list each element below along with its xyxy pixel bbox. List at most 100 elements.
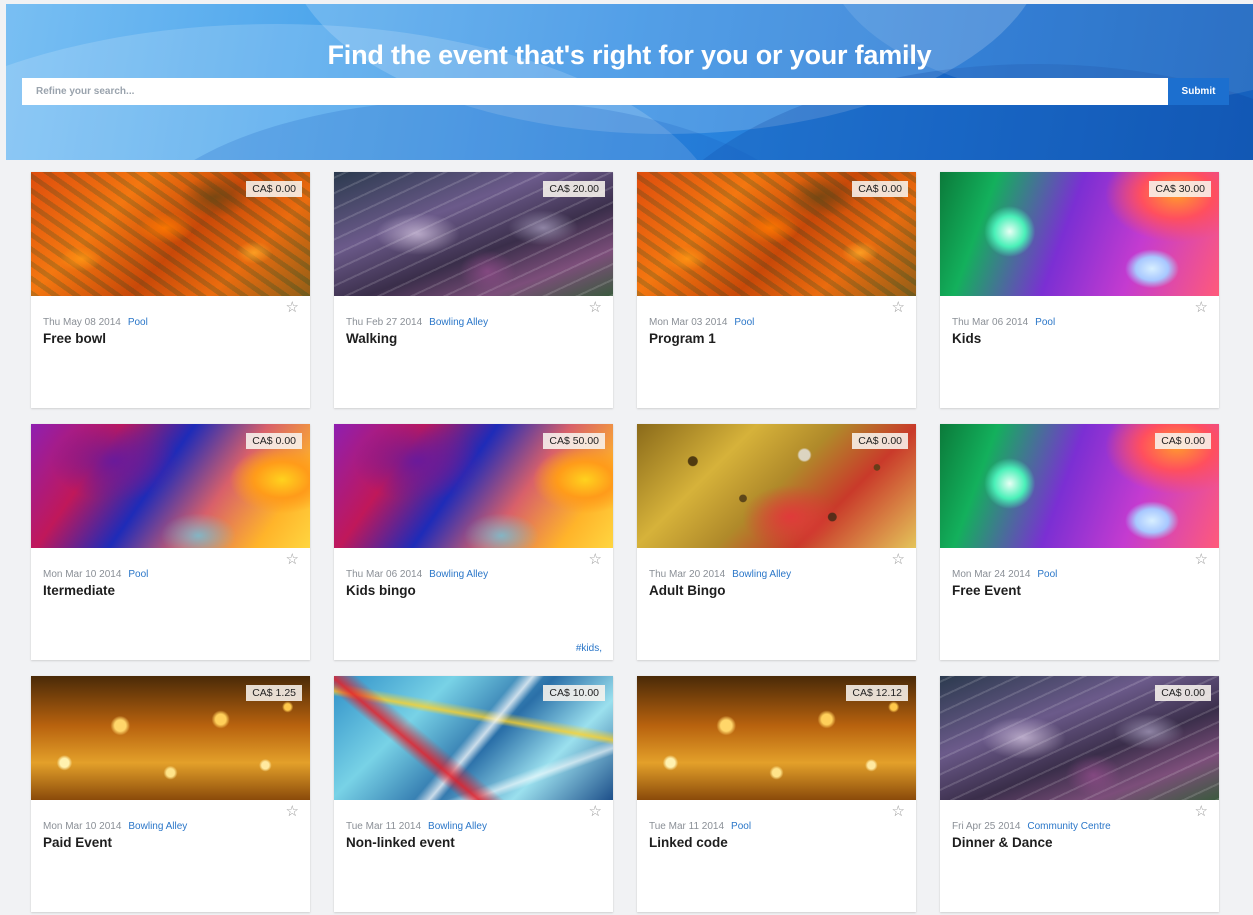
event-image[interactable]: CA$ 0.00 — [940, 676, 1219, 800]
event-venue-link[interactable]: Pool — [128, 569, 148, 580]
event-meta: Mon Mar 10 2014 Bowling Alley — [43, 821, 187, 832]
price-badge: CA$ 0.00 — [246, 181, 302, 197]
price-badge: CA$ 10.00 — [543, 685, 605, 701]
event-card[interactable]: CA$ 20.00 ☆ Thu Feb 27 2014 Bowling Alley… — [334, 172, 613, 408]
event-venue-link[interactable]: Pool — [1037, 569, 1057, 580]
event-card[interactable]: CA$ 0.00 ☆ Mon Mar 03 2014 Pool Program 1 — [637, 172, 916, 408]
price-badge: CA$ 20.00 — [543, 181, 605, 197]
event-card[interactable]: CA$ 10.00 ☆ Tue Mar 11 2014 Bowling Alley… — [334, 676, 613, 912]
price-badge: CA$ 0.00 — [1155, 433, 1211, 449]
event-title[interactable]: Paid Event — [43, 835, 112, 850]
star-icon[interactable]: ☆ — [1195, 552, 1208, 567]
event-title[interactable]: Kids — [952, 331, 981, 346]
event-meta: Thu May 08 2014 Pool — [43, 317, 148, 328]
event-image[interactable]: CA$ 0.00 — [637, 172, 916, 296]
star-icon[interactable]: ☆ — [589, 300, 602, 315]
price-badge: CA$ 30.00 — [1149, 181, 1211, 197]
star-icon[interactable]: ☆ — [286, 300, 299, 315]
event-meta: Fri Apr 25 2014 Community Centre — [952, 821, 1111, 832]
star-icon[interactable]: ☆ — [286, 552, 299, 567]
hero-banner: Find the event that's right for you or y… — [6, 4, 1253, 160]
event-date: Tue Mar 11 2014 — [649, 821, 725, 832]
event-date: Thu Mar 06 2014 — [952, 317, 1029, 328]
event-date: Mon Mar 24 2014 — [952, 569, 1031, 580]
event-meta: Mon Mar 03 2014 Pool — [649, 317, 754, 328]
event-image[interactable]: CA$ 0.00 — [940, 424, 1219, 548]
event-image[interactable]: CA$ 20.00 — [334, 172, 613, 296]
page-title: Find the event that's right for you or y… — [327, 40, 932, 70]
event-date: Fri Apr 25 2014 — [952, 821, 1021, 832]
event-card[interactable]: CA$ 0.00 ☆ Thu May 08 2014 Pool Free bowl — [31, 172, 310, 408]
event-meta: Tue Mar 11 2014 Bowling Alley — [346, 821, 487, 832]
event-card[interactable]: CA$ 0.00 ☆ Fri Apr 25 2014 Community Cent… — [940, 676, 1219, 912]
event-meta: Thu Mar 06 2014 Pool — [952, 317, 1055, 328]
event-card[interactable]: CA$ 50.00 ☆ Thu Mar 06 2014 Bowling Alley… — [334, 424, 613, 660]
event-title[interactable]: Non-linked event — [346, 835, 455, 850]
event-meta: Tue Mar 11 2014 Pool — [649, 821, 751, 832]
event-venue-link[interactable]: Pool — [731, 821, 751, 832]
event-image[interactable]: CA$ 1.25 — [31, 676, 310, 800]
event-tag-link[interactable]: #kids, — [576, 643, 602, 654]
event-image[interactable]: CA$ 0.00 — [31, 172, 310, 296]
event-venue-link[interactable]: Pool — [734, 317, 754, 328]
event-venue-link[interactable]: Bowling Alley — [429, 317, 488, 328]
star-icon[interactable]: ☆ — [1195, 300, 1208, 315]
event-image[interactable]: CA$ 50.00 — [334, 424, 613, 548]
event-image[interactable]: CA$ 10.00 — [334, 676, 613, 800]
price-badge: CA$ 1.25 — [246, 685, 302, 701]
event-title[interactable]: Itermediate — [43, 583, 115, 598]
search-input[interactable] — [22, 78, 1168, 105]
star-icon[interactable]: ☆ — [589, 552, 602, 567]
event-title[interactable]: Adult Bingo — [649, 583, 725, 598]
event-title[interactable]: Kids bingo — [346, 583, 416, 598]
price-badge: CA$ 12.12 — [846, 685, 908, 701]
star-icon[interactable]: ☆ — [892, 300, 905, 315]
event-meta: Mon Mar 24 2014 Pool — [952, 569, 1057, 580]
event-venue-link[interactable]: Pool — [1035, 317, 1055, 328]
event-title[interactable]: Free bowl — [43, 331, 106, 346]
event-meta: Thu Mar 20 2014 Bowling Alley — [649, 569, 791, 580]
submit-button[interactable]: Submit — [1168, 78, 1229, 105]
event-meta: Mon Mar 10 2014 Pool — [43, 569, 148, 580]
price-badge: CA$ 50.00 — [543, 433, 605, 449]
event-date: Mon Mar 10 2014 — [43, 569, 122, 580]
star-icon[interactable]: ☆ — [892, 552, 905, 567]
event-title[interactable]: Linked code — [649, 835, 728, 850]
event-image[interactable]: CA$ 12.12 — [637, 676, 916, 800]
event-title[interactable]: Free Event — [952, 583, 1021, 598]
event-date: Tue Mar 11 2014 — [346, 821, 422, 832]
event-image[interactable]: CA$ 0.00 — [637, 424, 916, 548]
price-badge: CA$ 0.00 — [246, 433, 302, 449]
event-date: Thu Mar 20 2014 — [649, 569, 726, 580]
event-date: Thu Feb 27 2014 — [346, 317, 423, 328]
star-icon[interactable]: ☆ — [1195, 804, 1208, 819]
event-venue-link[interactable]: Bowling Alley — [128, 821, 187, 832]
event-venue-link[interactable]: Bowling Alley — [429, 569, 488, 580]
event-card[interactable]: CA$ 30.00 ☆ Thu Mar 06 2014 Pool Kids — [940, 172, 1219, 408]
event-venue-link[interactable]: Pool — [128, 317, 148, 328]
event-title[interactable]: Program 1 — [649, 331, 716, 346]
event-meta: Thu Feb 27 2014 Bowling Alley — [346, 317, 488, 328]
event-card[interactable]: CA$ 0.00 ☆ Mon Mar 10 2014 Pool Itermedia… — [31, 424, 310, 660]
price-badge: CA$ 0.00 — [852, 181, 908, 197]
event-meta: Thu Mar 06 2014 Bowling Alley — [346, 569, 488, 580]
event-title[interactable]: Walking — [346, 331, 397, 346]
event-date: Mon Mar 03 2014 — [649, 317, 728, 328]
event-card[interactable]: CA$ 12.12 ☆ Tue Mar 11 2014 Pool Linked c… — [637, 676, 916, 912]
event-card[interactable]: CA$ 0.00 ☆ Mon Mar 24 2014 Pool Free Even… — [940, 424, 1219, 660]
star-icon[interactable]: ☆ — [892, 804, 905, 819]
event-venue-link[interactable]: Community Centre — [1027, 821, 1110, 832]
event-date: Thu Mar 06 2014 — [346, 569, 423, 580]
star-icon[interactable]: ☆ — [589, 804, 602, 819]
event-venue-link[interactable]: Bowling Alley — [428, 821, 487, 832]
event-date: Mon Mar 10 2014 — [43, 821, 122, 832]
event-image[interactable]: CA$ 30.00 — [940, 172, 1219, 296]
event-grid: CA$ 0.00 ☆ Thu May 08 2014 Pool Free bowl… — [31, 172, 1219, 912]
event-title[interactable]: Dinner & Dance — [952, 835, 1053, 850]
event-card[interactable]: CA$ 0.00 ☆ Thu Mar 20 2014 Bowling Alley … — [637, 424, 916, 660]
event-venue-link[interactable]: Bowling Alley — [732, 569, 791, 580]
event-card[interactable]: CA$ 1.25 ☆ Mon Mar 10 2014 Bowling Alley … — [31, 676, 310, 912]
price-badge: CA$ 0.00 — [852, 433, 908, 449]
star-icon[interactable]: ☆ — [286, 804, 299, 819]
event-image[interactable]: CA$ 0.00 — [31, 424, 310, 548]
